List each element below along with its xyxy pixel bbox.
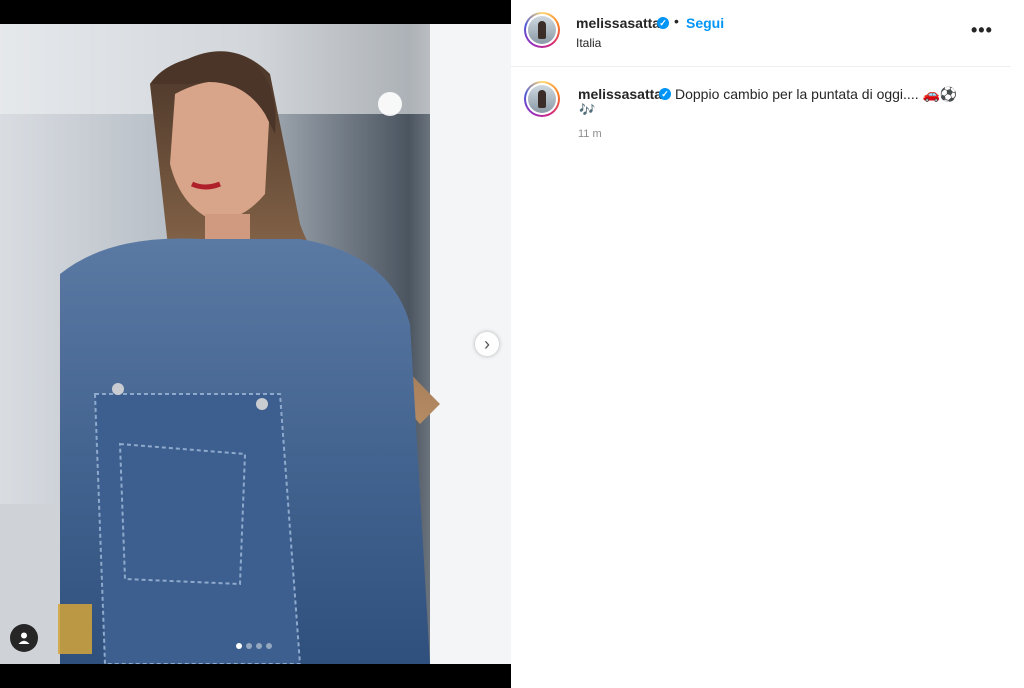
more-options-icon[interactable]: ••• bbox=[971, 20, 993, 41]
verified-badge-icon: ✓ bbox=[659, 88, 671, 100]
author-avatar[interactable] bbox=[524, 12, 560, 48]
post-timestamp[interactable]: 11 m bbox=[578, 128, 602, 140]
caption-username[interactable]: melissasatta bbox=[578, 86, 662, 102]
author-username[interactable]: melissasatta bbox=[576, 15, 660, 31]
header-separator: • bbox=[674, 13, 679, 29]
caption-avatar[interactable] bbox=[524, 81, 560, 117]
caption-text: Doppio cambio per la puntata di oggi....… bbox=[675, 86, 958, 102]
carousel-dot bbox=[246, 643, 252, 649]
follow-button[interactable]: Segui bbox=[686, 15, 724, 31]
post-header: melissasatta ✓ • Segui Italia ••• bbox=[511, 0, 1011, 67]
carousel-dot bbox=[266, 643, 272, 649]
photo-illustration bbox=[0, 24, 511, 664]
carousel-dot bbox=[256, 643, 262, 649]
user-tag-icon bbox=[18, 632, 30, 644]
caption-emoji: 🎶 bbox=[579, 102, 596, 117]
user-tag-button[interactable] bbox=[10, 624, 38, 652]
carousel-dot bbox=[236, 643, 242, 649]
chevron-right-icon: › bbox=[484, 334, 490, 354]
post-photo[interactable] bbox=[0, 24, 511, 664]
verified-badge-icon: ✓ bbox=[657, 17, 669, 29]
post-location[interactable]: Italia bbox=[576, 36, 601, 50]
post-details-panel: melissasatta ✓ • Segui Italia ••• meliss… bbox=[511, 0, 1024, 688]
carousel-next-button[interactable]: › bbox=[475, 332, 499, 356]
carousel-indicator bbox=[236, 643, 272, 649]
media-pane: › bbox=[0, 0, 511, 688]
